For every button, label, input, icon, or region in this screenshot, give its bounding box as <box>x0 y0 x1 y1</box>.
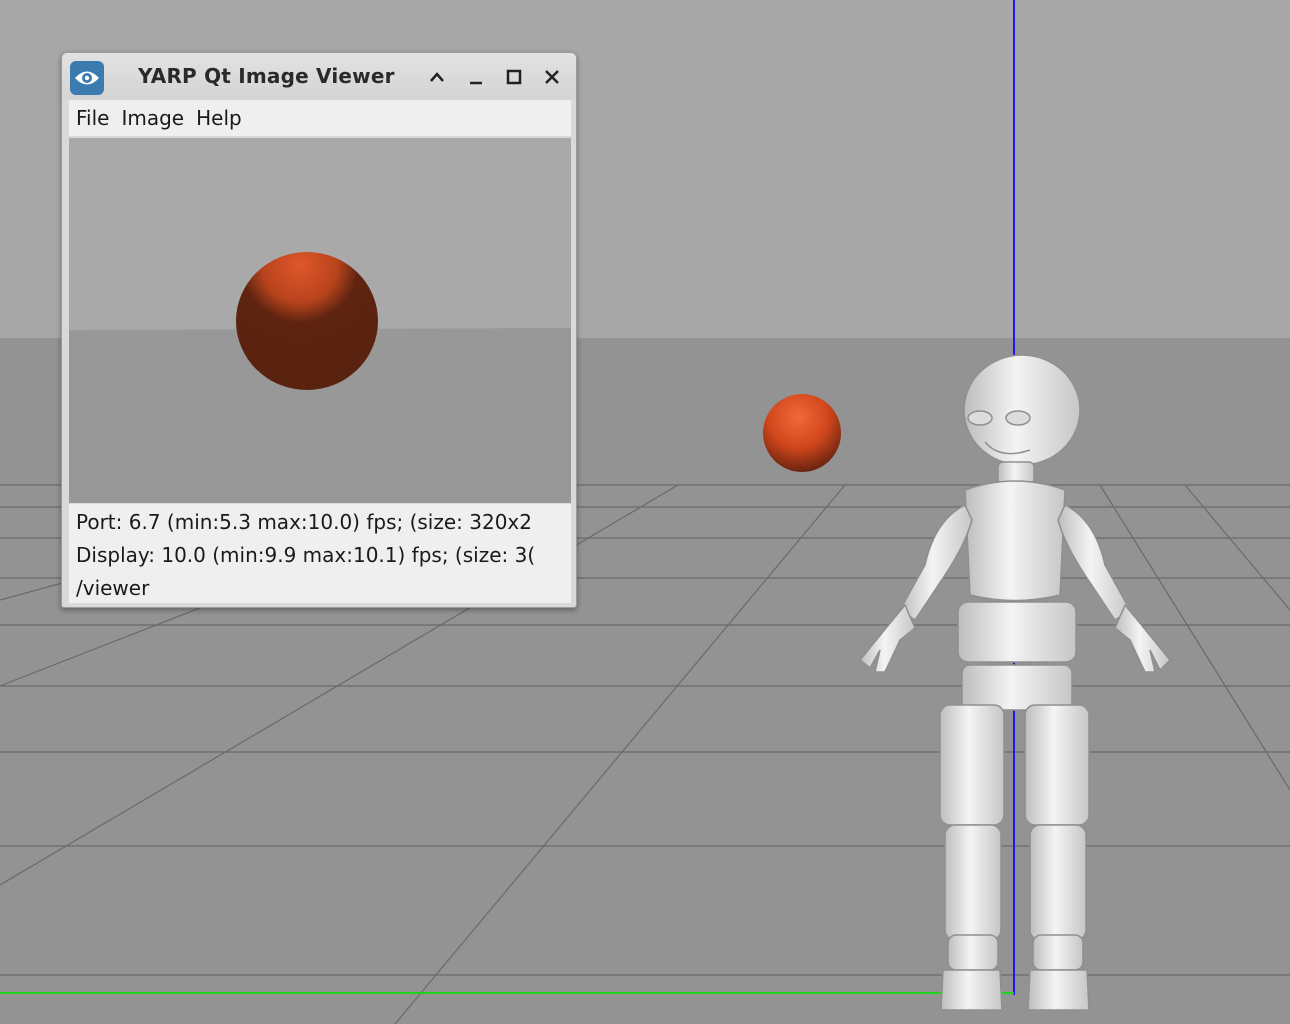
display-fps-text: Display: 10.0 (min:9.9 max:10.1) fps; (s… <box>76 543 536 567</box>
image-viewer-window[interactable]: YARP Qt Image Viewer File Image Help Por… <box>61 52 577 608</box>
window-title: YARP Qt Image Viewer <box>138 64 395 88</box>
menu-file[interactable]: File <box>69 106 115 130</box>
status-panel: Port: 6.7 (min:5.3 max:10.0) fps; (size:… <box>69 504 571 603</box>
close-icon[interactable] <box>540 65 564 89</box>
menu-bar: File Image Help <box>69 100 571 136</box>
maximize-icon[interactable] <box>502 65 526 89</box>
port-name-text: /viewer <box>76 576 150 600</box>
menu-image[interactable]: Image <box>115 106 190 130</box>
chevron-up-icon[interactable] <box>425 65 449 89</box>
port-fps-text: Port: 6.7 (min:5.3 max:10.0) fps; (size:… <box>76 510 532 534</box>
camera-ball <box>236 252 378 390</box>
red-ball <box>763 394 841 472</box>
menu-help[interactable]: Help <box>190 106 248 130</box>
minimize-icon[interactable] <box>464 65 488 89</box>
title-bar[interactable]: YARP Qt Image Viewer <box>62 53 576 99</box>
eye-icon <box>70 61 104 95</box>
camera-image[interactable] <box>69 138 571 503</box>
